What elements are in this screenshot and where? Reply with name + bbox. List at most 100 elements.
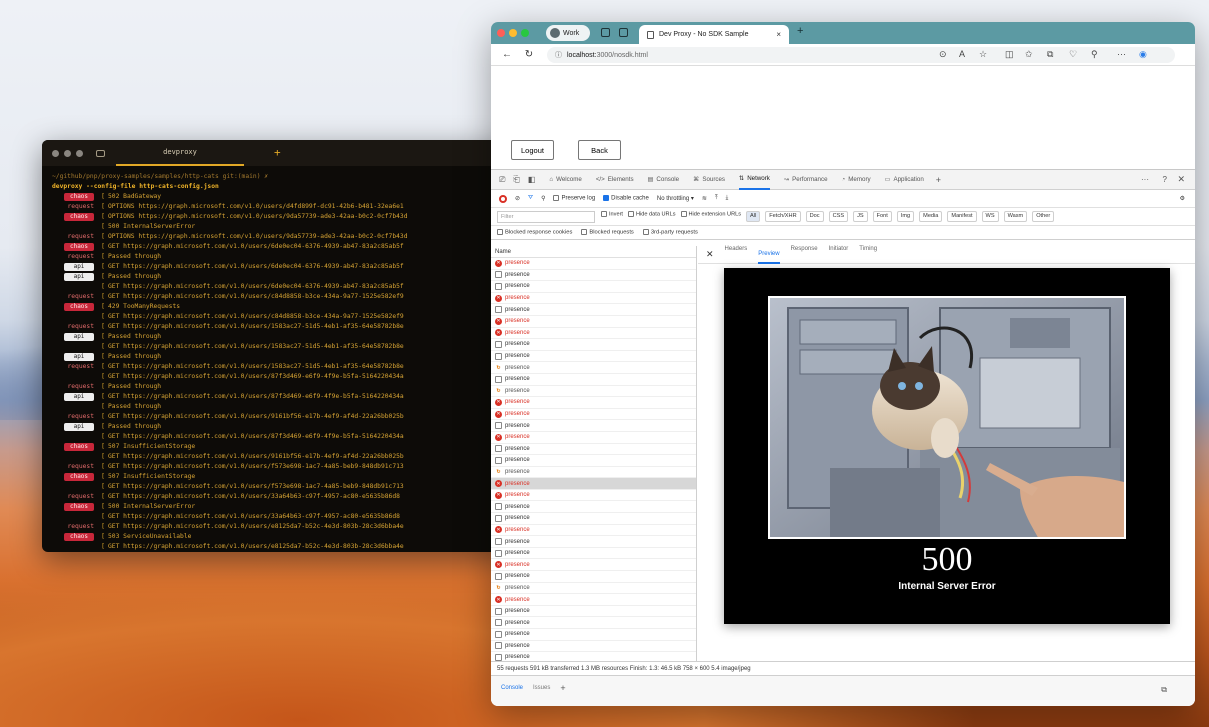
back-arrow-icon[interactable]: ← [501,49,513,60]
request-row[interactable]: ✕ presence [491,432,696,444]
devtools-tab-performance[interactable]: ↝ Performance [784,170,828,190]
filter-chip-js[interactable]: JS [853,211,868,222]
request-row[interactable]: presence [491,606,696,618]
devtools-tab-console[interactable]: ▤ Console [648,170,680,190]
filter-chip-media[interactable]: Media [919,211,943,222]
app-available-icon[interactable]: ⊙ [939,49,947,60]
request-row[interactable]: ✕ presence [491,594,696,606]
terminal-tab[interactable]: devproxy [116,140,244,166]
more-options-icon[interactable]: ··· [1117,49,1126,59]
device-toolbar-icon[interactable]: ⎚ [499,175,505,185]
request-row[interactable]: ↻ presence [491,386,696,398]
logout-button[interactable]: Logout [511,140,554,160]
request-row[interactable]: ↻ presence [491,583,696,595]
devtools-tab-elements[interactable]: </> Elements [596,170,634,190]
request-row[interactable]: presence [491,536,696,548]
request-row[interactable]: ✕ presence [491,478,696,490]
split-screen-icon[interactable]: ◫ [1005,49,1014,60]
devtools-tab-welcome[interactable]: ⌂ Welcome [549,170,581,190]
export-icon[interactable]: ⤓ [726,195,729,202]
filter-chip-all[interactable]: All [746,211,761,222]
request-row[interactable]: ✕ presence [491,316,696,328]
close-detail-icon[interactable]: ✕ [706,249,714,260]
collections-icon[interactable]: ⧉ [1047,49,1053,60]
devtools-tab-sources[interactable]: ⌘ Sources [693,170,725,190]
clear-icon[interactable]: ⊘ [515,195,520,202]
drawer-tab-issues[interactable]: Issues [533,685,550,691]
filter-chip-manifest[interactable]: Manifest [947,211,977,222]
detail-tab-headers[interactable]: Headers [725,246,748,264]
maximize-window-icon[interactable] [76,149,83,157]
import-icon[interactable]: ⤒ [715,195,718,202]
request-row[interactable]: ✕ presence [491,409,696,421]
close-window-icon[interactable] [52,149,59,157]
close-tab-icon[interactable]: × [776,30,781,39]
filter-chip-other[interactable]: Other [1032,211,1055,222]
favorite-star-icon[interactable]: ☆ [979,49,987,60]
network-settings-gear-icon[interactable]: ⚙ [1180,195,1185,202]
blocked-option-checkbox[interactable]: Blocked requests [581,229,634,236]
disable-cache-checkbox[interactable]: Disable cache [603,195,649,202]
devtools-tab-application[interactable]: ▭ Application [885,170,924,190]
sidebar-icon[interactable]: ◧ [528,175,536,184]
new-terminal-tab-button[interactable]: + [274,146,281,159]
request-row[interactable]: presence [491,304,696,316]
request-row[interactable]: presence [491,455,696,467]
request-row[interactable]: ✕ presence [491,328,696,340]
filter-chip-doc[interactable]: Doc [805,211,824,222]
browser-tab-active[interactable]: Dev Proxy - No SDK Sample × [639,25,789,44]
blocked-option-checkbox[interactable]: Blocked response cookies [497,229,572,236]
help-icon[interactable]: ? [1163,175,1167,184]
detail-tab-response[interactable]: Response [791,246,818,264]
devtools-tab-memory[interactable]: ◔ Memory [842,170,871,190]
request-row[interactable]: presence [491,281,696,293]
request-row[interactable]: presence [491,351,696,363]
tab-actions-icon[interactable] [619,28,628,37]
request-row[interactable]: presence [491,652,696,661]
record-icon[interactable] [499,194,507,203]
blocked-option-checkbox[interactable]: 3rd-party requests [642,229,698,236]
request-row[interactable]: ✕ presence [491,490,696,502]
favorites-icon[interactable]: ✩ [1025,49,1033,60]
request-row[interactable]: presence [491,617,696,629]
refresh-icon[interactable]: ↻ [523,49,535,60]
request-row[interactable]: presence [491,444,696,456]
detail-tab-preview[interactable]: Preview [758,246,780,264]
request-row[interactable]: presence [491,513,696,525]
name-column-header[interactable]: Name [491,246,696,258]
request-row[interactable]: ✕ presence [491,293,696,305]
request-row[interactable]: ✕ presence [491,559,696,572]
throttling-select[interactable]: No throttling ▾ [657,195,694,202]
filter-chip-invert[interactable]: Invert [601,211,623,222]
close-devtools-icon[interactable]: ✕ [1177,174,1185,185]
back-button[interactable]: Back [578,140,621,160]
url-input[interactable]: ⓘ localhost: 3000/nosdk.html [547,47,1175,63]
request-row[interactable]: presence [491,420,696,432]
request-row[interactable]: ↻ presence [491,362,696,374]
request-row[interactable]: presence [491,629,696,641]
devtools-more-icon[interactable]: ··· [1141,175,1149,184]
request-row[interactable]: presence [491,270,696,282]
request-row[interactable]: ✕ presence [491,397,696,409]
terminal-window[interactable]: devproxy + ~/github/pnp/proxy-samples/sa… [42,140,512,552]
preserve-log-checkbox[interactable]: Preserve log [553,195,595,202]
minimize-window-icon[interactable] [64,149,71,157]
new-tab-button[interactable]: + [797,25,803,37]
read-aloud-icon[interactable]: A [959,49,965,59]
extensions-icon[interactable]: ⚲ [1091,49,1098,60]
maximize-window-icon[interactable] [521,29,529,37]
workspaces-icon[interactable] [601,28,610,37]
request-row[interactable]: presence [491,501,696,514]
request-row[interactable]: presence [491,548,696,560]
request-row[interactable]: presence [491,641,696,653]
filter-chip-ws[interactable]: WS [981,211,999,222]
info-icon[interactable]: ⓘ [555,50,562,60]
inspect-icon[interactable]: ⎗ [513,175,519,185]
filter-funnel-icon[interactable]: ⛛ [528,195,533,202]
close-window-icon[interactable] [497,29,505,37]
filter-chip-css[interactable]: CSS [828,211,849,222]
request-row[interactable]: ✕ presence [491,258,696,270]
filter-chip-font[interactable]: Font [872,211,892,222]
filter-chip-hide-extension-urls[interactable]: Hide extension URLs [680,211,741,222]
detail-tab-timing[interactable]: Timing [859,246,877,264]
